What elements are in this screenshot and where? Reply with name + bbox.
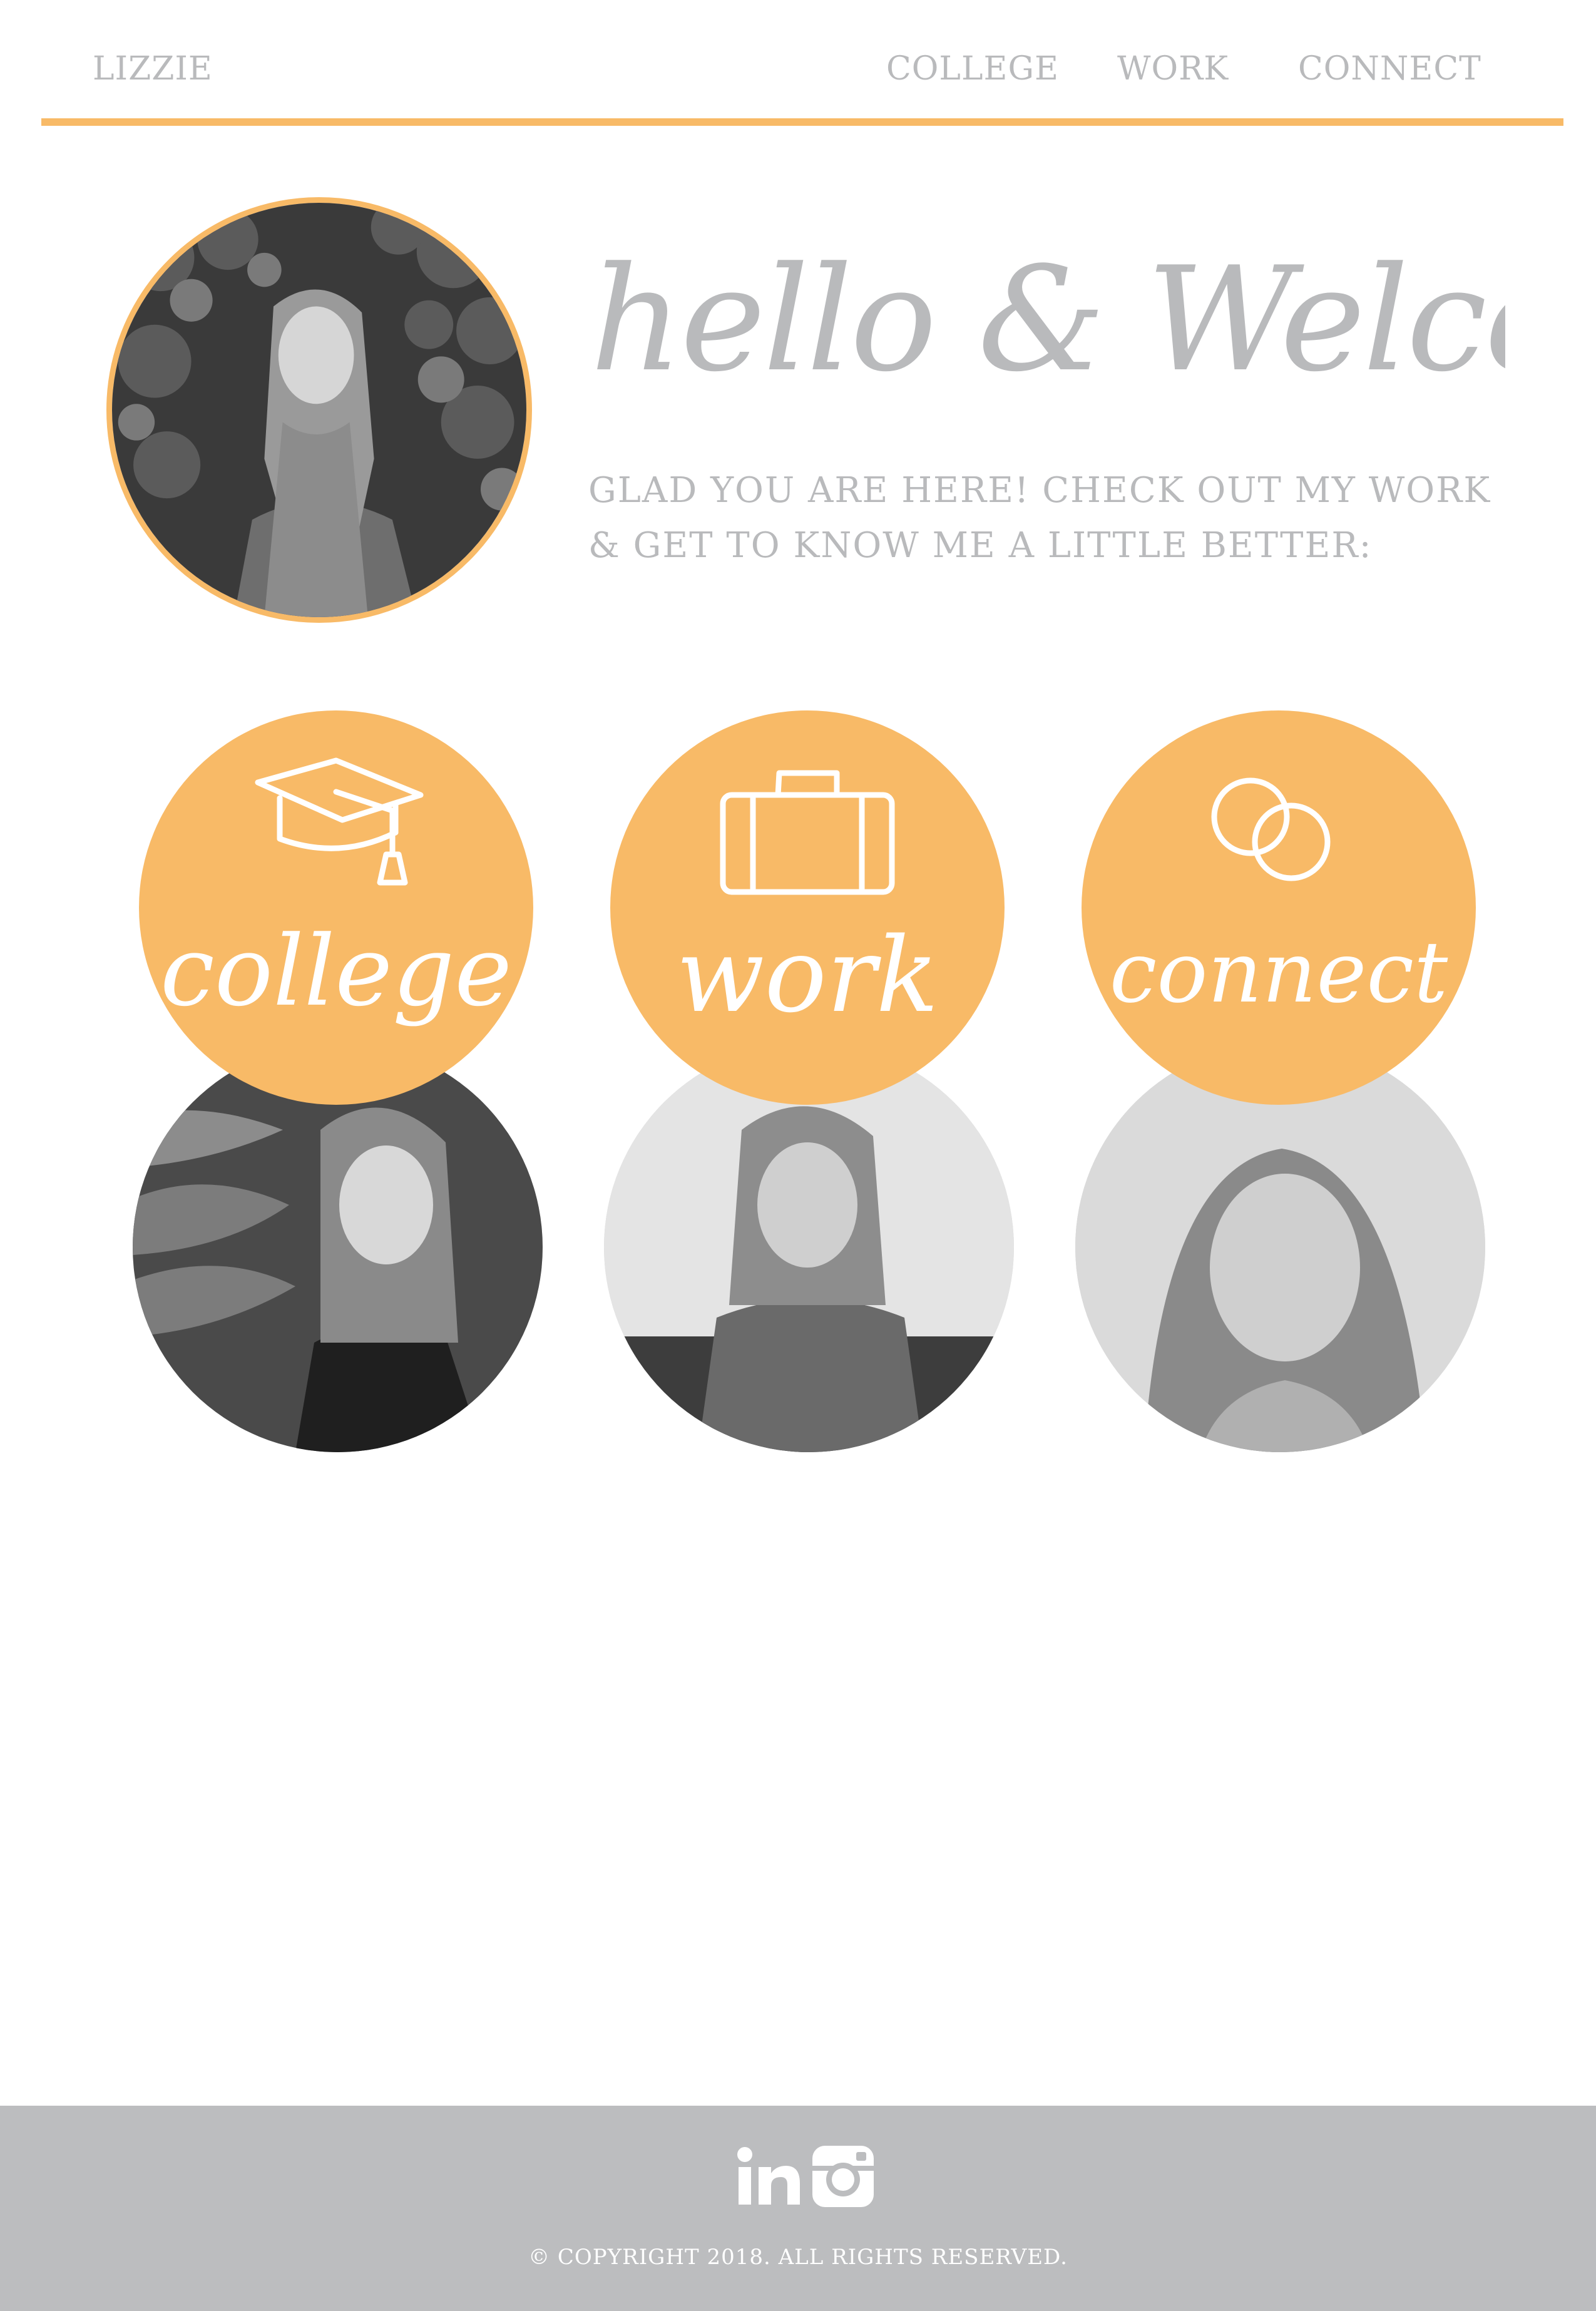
logo-link[interactable]: LIZZIE bbox=[93, 50, 213, 88]
college-badge-label: college bbox=[160, 915, 512, 1028]
site-header: LIZZIE COLLEGE WORK CONNECT bbox=[0, 0, 1596, 126]
welcome-heading-text: hello & Welcome bbox=[590, 237, 1505, 404]
header-divider bbox=[41, 118, 1563, 126]
connect-badge[interactable]: connect bbox=[1082, 710, 1476, 1105]
instagram-icon[interactable] bbox=[809, 2142, 877, 2211]
connect-badge-label: connect bbox=[1110, 923, 1448, 1022]
intro-line-2: & GET TO KNOW ME A LITTLE BETTER: bbox=[588, 525, 1373, 566]
nav-link-connect[interactable]: CONNECT bbox=[1298, 50, 1481, 88]
interlocking-rings-icon bbox=[1211, 777, 1331, 881]
profile-photo-image bbox=[112, 203, 526, 617]
intro-text: GLAD YOU ARE HERE! CHECK OUT MY WORK & G… bbox=[588, 463, 1527, 573]
graduation-cap-icon bbox=[255, 757, 424, 886]
college-badge[interactable]: college bbox=[139, 710, 533, 1105]
linkedin-icon[interactable] bbox=[735, 2142, 804, 2211]
welcome-heading: hello & Welcome bbox=[585, 213, 1505, 419]
profile-photo bbox=[106, 197, 532, 623]
nav-link-college[interactable]: COLLEGE bbox=[886, 50, 1059, 88]
site-footer: © COPYRIGHT 2018. ALL RIGHTS RESERVED. bbox=[0, 2106, 1596, 2311]
college-card[interactable]: college bbox=[133, 710, 546, 1455]
copyright-text: © COPYRIGHT 2018. ALL RIGHTS RESERVED. bbox=[528, 2245, 1068, 2270]
nav-link-work[interactable]: WORK bbox=[1117, 50, 1229, 88]
intro-line-1: GLAD YOU ARE HERE! CHECK OUT MY WORK bbox=[588, 470, 1491, 511]
work-badge-label: work bbox=[676, 915, 938, 1035]
work-card[interactable]: work bbox=[604, 710, 1017, 1455]
briefcase-icon bbox=[720, 770, 895, 895]
work-badge[interactable]: work bbox=[610, 710, 1005, 1105]
connect-card[interactable]: connect bbox=[1075, 710, 1488, 1455]
